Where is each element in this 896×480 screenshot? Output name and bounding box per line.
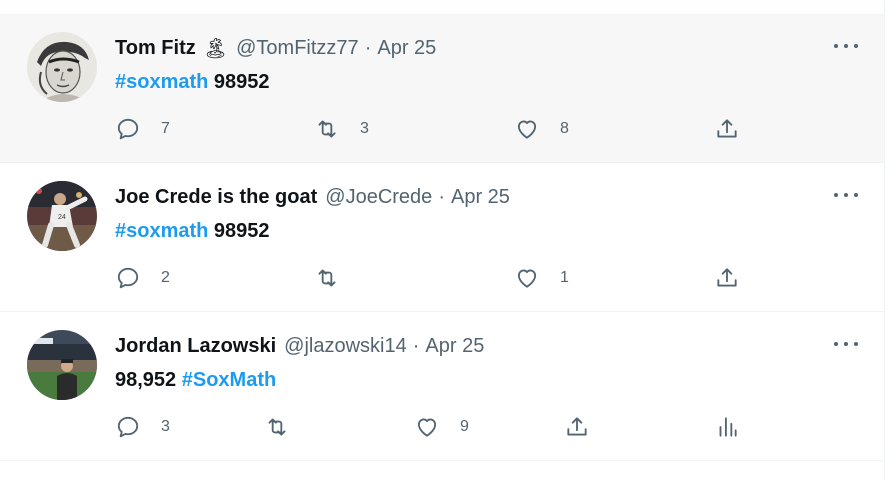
tweet-header: Jordan Lazowski @jlazowski14 · Apr 25 xyxy=(115,333,484,359)
baseball-player-avatar-icon: 24 xyxy=(27,181,97,251)
retweet-icon xyxy=(318,269,336,287)
dot-icon xyxy=(854,44,858,48)
reply-icon xyxy=(117,118,139,140)
timestamp[interactable]: Apr 25 xyxy=(377,37,436,60)
like-count: 9 xyxy=(460,418,469,435)
analytics-icon xyxy=(719,417,737,437)
user-handle[interactable]: @JoeCrede xyxy=(325,186,432,209)
dot-icon xyxy=(854,342,858,346)
reply-icon xyxy=(117,416,139,438)
share-icon xyxy=(567,417,587,436)
reply-button[interactable]: 2 xyxy=(115,264,170,292)
display-name[interactable]: Jordan Lazowski xyxy=(115,335,276,358)
like-count: 8 xyxy=(560,120,569,137)
retweet-button[interactable] xyxy=(264,413,310,441)
reply-count: 3 xyxy=(161,418,170,435)
timestamp[interactable]: Apr 25 xyxy=(425,335,484,358)
tweet-header: Joe Crede is the goat @JoeCrede · Apr 25 xyxy=(115,184,510,210)
more-options-button[interactable] xyxy=(834,190,858,200)
island-emoji: 🏝 xyxy=(202,37,229,60)
timestamp[interactable]: Apr 25 xyxy=(451,186,510,209)
share-button[interactable] xyxy=(714,264,740,292)
share-icon xyxy=(717,119,737,138)
hashtag-link[interactable]: #soxmath xyxy=(115,220,208,242)
stadium-avatar-icon xyxy=(27,330,97,400)
tweet[interactable]: 24 Joe Crede is the goat @JoeCrede · Apr… xyxy=(0,164,884,312)
reply-count: 7 xyxy=(161,120,170,137)
more-options-button[interactable] xyxy=(834,41,858,51)
hashtag-link[interactable]: #soxmath xyxy=(115,71,208,93)
tweet-text: 98,952 #SoxMath xyxy=(115,369,276,392)
heart-icon xyxy=(417,418,437,437)
analytics-button[interactable] xyxy=(714,413,740,441)
separator-dot: · xyxy=(438,185,445,208)
sketch-portrait-avatar-icon xyxy=(27,32,97,102)
retweet-count: 3 xyxy=(360,120,369,137)
tweet[interactable]: Jordan Lazowski @jlazowski14 · Apr 25 98… xyxy=(0,313,884,461)
separator-dot: · xyxy=(412,334,420,357)
share-icon xyxy=(717,268,737,287)
heart-icon xyxy=(517,120,537,139)
reply-button[interactable]: 3 xyxy=(115,413,170,441)
like-count: 1 xyxy=(560,269,569,286)
retweet-button[interactable]: 3 xyxy=(314,115,369,143)
retweet-icon xyxy=(318,120,336,138)
avatar[interactable]: 24 xyxy=(27,181,97,251)
like-button[interactable]: 8 xyxy=(514,115,569,143)
dot-icon xyxy=(844,44,848,48)
tweet-text: #soxmath 98952 xyxy=(115,71,270,94)
tweet-text-number: 98,952 xyxy=(115,369,182,391)
dot-icon xyxy=(834,44,838,48)
feed-top-divider xyxy=(0,0,884,15)
share-button[interactable] xyxy=(564,413,590,441)
tweet-header: Tom Fitz 🏝 @TomFitzz77 · Apr 25 xyxy=(115,35,436,61)
dot-icon xyxy=(834,193,838,197)
separator-dot: · xyxy=(364,36,372,59)
reply-button[interactable]: 7 xyxy=(115,115,170,143)
avatar[interactable] xyxy=(27,330,97,400)
display-name[interactable]: Tom Fitz xyxy=(115,37,196,60)
user-handle[interactable]: @TomFitzz77 xyxy=(236,37,359,60)
retweet-icon xyxy=(268,418,286,436)
dot-icon xyxy=(854,193,858,197)
tweet[interactable]: Tom Fitz 🏝 @TomFitzz77 · Apr 25 #soxmath… xyxy=(0,15,884,163)
heart-icon xyxy=(517,269,537,288)
like-button[interactable]: 9 xyxy=(414,413,469,441)
avatar[interactable] xyxy=(27,32,97,102)
tweet-text-number: 98952 xyxy=(208,71,270,93)
like-button[interactable]: 1 xyxy=(514,264,569,292)
svg-text:24: 24 xyxy=(58,214,66,221)
share-button[interactable] xyxy=(714,115,740,143)
tweet-text: #soxmath 98952 xyxy=(115,220,270,243)
hashtag-link[interactable]: #SoxMath xyxy=(182,369,276,391)
dot-icon xyxy=(844,342,848,346)
retweet-button[interactable] xyxy=(314,264,360,292)
reply-count: 2 xyxy=(161,269,170,286)
user-handle[interactable]: @jlazowski14 xyxy=(284,335,407,358)
dot-icon xyxy=(844,193,848,197)
dot-icon xyxy=(834,342,838,346)
tweet-feed: Tom Fitz 🏝 @TomFitzz77 · Apr 25 #soxmath… xyxy=(0,0,885,480)
display-name[interactable]: Joe Crede is the goat xyxy=(115,186,317,209)
reply-icon xyxy=(117,267,139,289)
more-options-button[interactable] xyxy=(834,339,858,349)
tweet-text-number: 98952 xyxy=(208,220,270,242)
